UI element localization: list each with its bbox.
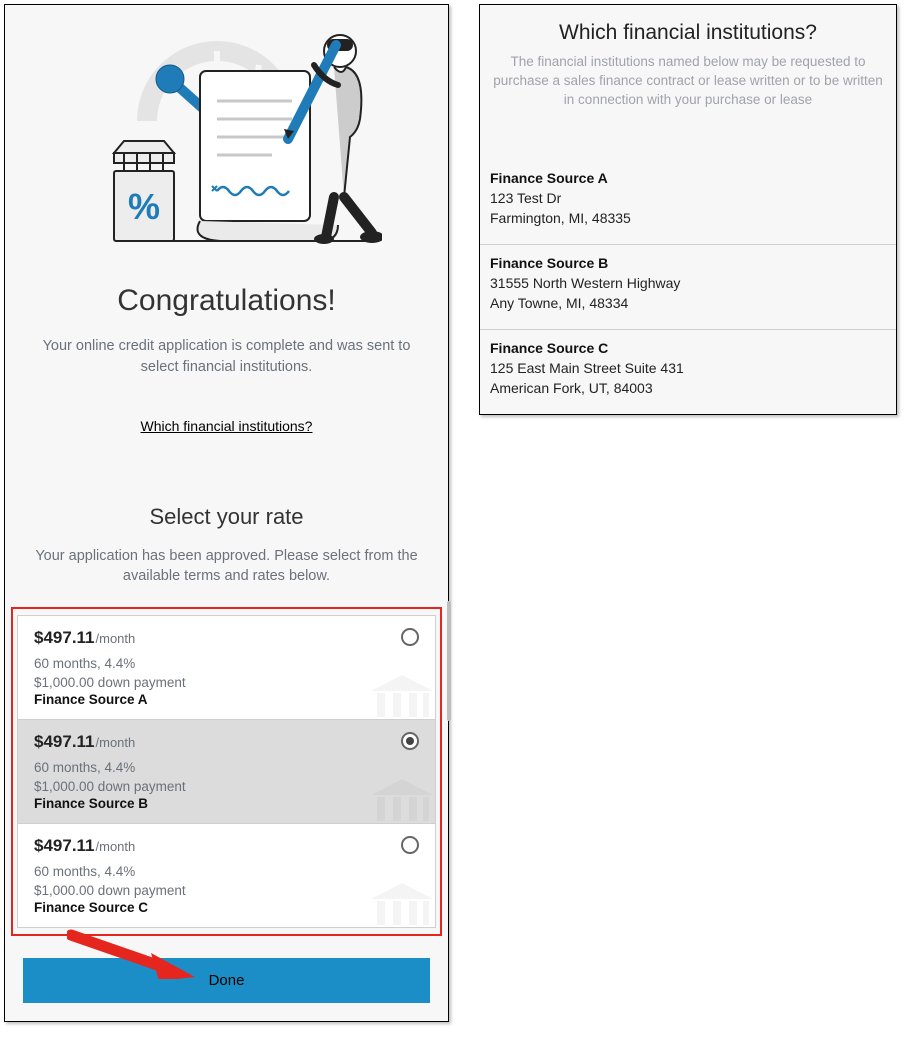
institutions-title: Which financial institutions?	[480, 21, 896, 45]
rate-offer-list: $497.11/month 60 months, 4.4% $1,000.00 …	[17, 615, 436, 928]
offer-price: $497.11	[34, 836, 95, 855]
congrats-title: Congratulations!	[5, 284, 448, 318]
offer-radio[interactable]	[401, 732, 419, 750]
bank-icon	[367, 777, 435, 824]
institution-item: Finance Source B 31555 North Western Hig…	[480, 245, 896, 330]
congrats-subtitle: Your online credit application is comple…	[25, 336, 428, 378]
offer-radio[interactable]	[401, 628, 419, 646]
svg-text:%: %	[127, 186, 159, 227]
offer-terms: 60 months, 4.4%	[34, 864, 419, 879]
done-button[interactable]: Done	[23, 958, 430, 1003]
offer-terms: 60 months, 4.4%	[34, 760, 419, 775]
institution-address-2: American Fork, UT, 84003	[490, 380, 886, 396]
rate-offer[interactable]: $497.11/month 60 months, 4.4% $1,000.00 …	[18, 824, 435, 927]
institution-item: Finance Source A 123 Test Dr Farmington,…	[480, 160, 896, 245]
institution-address-1: 123 Test Dr	[490, 190, 886, 206]
select-rate-subtitle: Your application has been approved. Plea…	[29, 546, 424, 587]
offer-down: $1,000.00 down payment	[34, 883, 419, 898]
bank-icon	[367, 881, 435, 927]
congrats-illustration: %	[72, 21, 382, 246]
select-rate-title: Select your rate	[5, 504, 448, 530]
offer-source: Finance Source A	[34, 692, 419, 707]
offer-down: $1,000.00 down payment	[34, 675, 419, 690]
rate-offer[interactable]: $497.11/month 60 months, 4.4% $1,000.00 …	[18, 616, 435, 720]
offer-source: Finance Source C	[34, 900, 419, 915]
institution-address-2: Farmington, MI, 48335	[490, 210, 886, 226]
institution-name: Finance Source C	[490, 340, 886, 356]
offer-per: /month	[96, 631, 136, 646]
offer-per: /month	[96, 735, 136, 750]
offer-price: $497.11	[34, 732, 95, 751]
institutions-subtitle: The financial institutions named below m…	[490, 53, 886, 110]
offer-per: /month	[96, 839, 136, 854]
which-institutions-link[interactable]: Which financial institutions?	[5, 418, 448, 434]
offer-down: $1,000.00 down payment	[34, 779, 419, 794]
rate-offer[interactable]: $497.11/month 60 months, 4.4% $1,000.00 …	[18, 720, 435, 824]
institution-item: Finance Source C 125 East Main Street Su…	[480, 330, 896, 402]
institution-address-2: Any Towne, MI, 48334	[490, 295, 886, 311]
bank-icon	[367, 673, 435, 720]
institution-address-1: 31555 North Western Highway	[490, 275, 886, 291]
offer-source: Finance Source B	[34, 796, 419, 811]
institution-address-1: 125 East Main Street Suite 431	[490, 360, 886, 376]
offer-price: $497.11	[34, 628, 95, 647]
institutions-panel: Which financial institutions? The financ…	[479, 4, 897, 415]
application-complete-panel: % Congratulations! Your online credit ap…	[4, 4, 449, 1022]
offer-radio[interactable]	[401, 836, 419, 854]
institution-name: Finance Source A	[490, 170, 886, 186]
institution-name: Finance Source B	[490, 255, 886, 271]
offers-highlight-box: $497.11/month 60 months, 4.4% $1,000.00 …	[11, 607, 442, 936]
scrollbar[interactable]	[447, 601, 451, 721]
offer-terms: 60 months, 4.4%	[34, 656, 419, 671]
